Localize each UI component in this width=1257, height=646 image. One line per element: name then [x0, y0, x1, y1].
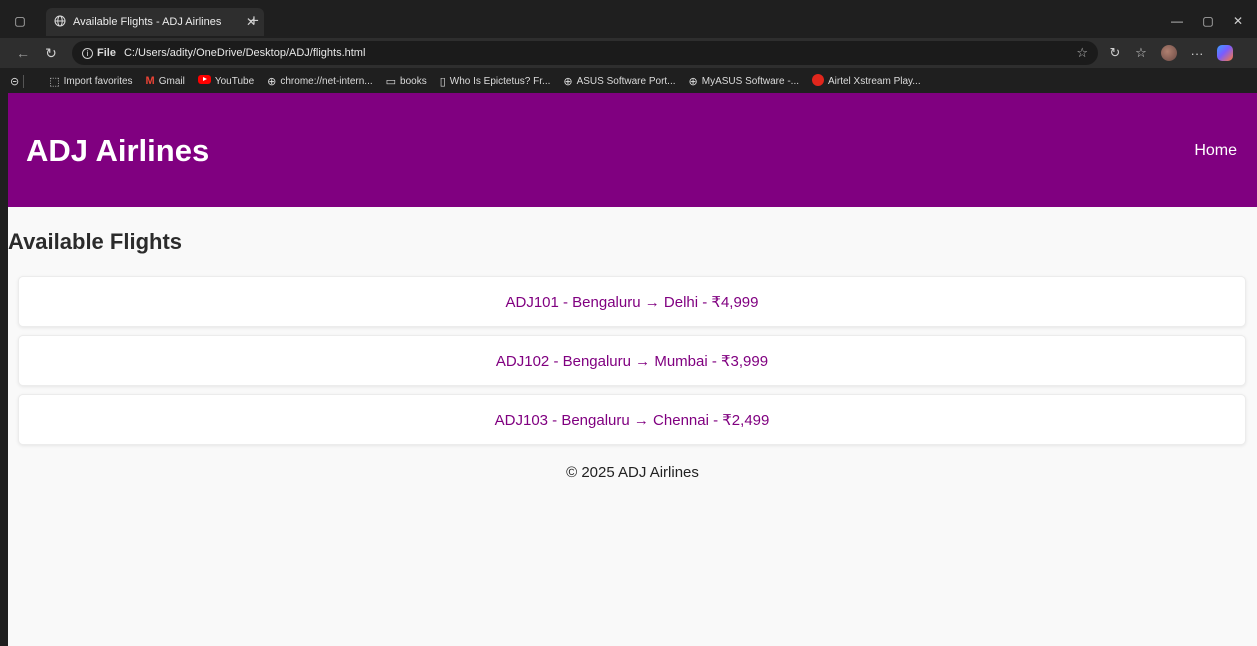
flight-card: ADJ101 - Bengaluru → Delhi - ₹4,999 — [18, 276, 1246, 327]
flight-card: ADJ103 - Bengaluru → Chennai - ₹2,499 — [18, 394, 1246, 445]
gmail-icon: M — [145, 75, 155, 87]
airtel-icon — [812, 73, 824, 89]
browser-tab-active[interactable]: Available Flights - ADJ Airlines ✕ — [46, 8, 264, 36]
flight-link-adj101[interactable]: ADJ101 - Bengaluru → Delhi - ₹4,999 — [505, 293, 758, 311]
restore-icon[interactable]: ▢ — [1195, 8, 1221, 34]
refresh-extension-icon[interactable]: ↻ — [1104, 42, 1126, 64]
favorite-star-icon[interactable]: ☆ — [1076, 45, 1088, 61]
minimize-icon[interactable]: — — [1164, 8, 1190, 34]
bookmarks-menu-icon[interactable]: ⊝ — [10, 74, 36, 88]
bookmark-airtel-xstream[interactable]: Airtel Xstream Play... — [812, 73, 921, 89]
bookmarks-bar: ⊝ ⬚ Import favorites M Gmail YouTube ⊕ chro… — [0, 70, 1257, 92]
bookmark-asus-software-portal[interactable]: ⊕ ASUS Software Port... — [563, 75, 675, 88]
import-icon: ⬚ — [49, 75, 60, 88]
globe-icon: ⊕ — [563, 75, 573, 88]
folder-icon: ▭ — [385, 75, 397, 88]
profile-avatar[interactable] — [1158, 42, 1180, 64]
bookmark-books[interactable]: ▭ books — [386, 75, 427, 88]
bookmark-import-favorites[interactable]: ⬚ Import favorites — [49, 75, 132, 88]
tab-strip: ▢ Available Flights - ADJ Airlines ✕ + —… — [0, 8, 1257, 36]
globe-icon — [54, 15, 66, 30]
page-icon: ▯ — [439, 75, 446, 88]
sidebar-toggle-icon[interactable]: ▢ — [8, 8, 32, 34]
flight-list: ADJ101 - Bengaluru → Delhi - ₹4,999 ADJ1… — [18, 276, 1246, 453]
site-footer: © 2025 ADJ Airlines — [566, 464, 699, 481]
flight-link-adj103[interactable]: ADJ103 - Bengaluru → Chennai - ₹2,499 — [495, 411, 770, 429]
bookmark-epictetus[interactable]: ▯ Who Is Epictetus? Fr... — [440, 75, 551, 88]
globe-icon: ⊕ — [688, 75, 698, 88]
page-title: Available Flights — [8, 229, 183, 254]
favorites-icon[interactable]: ☆ — [1130, 42, 1152, 64]
close-window-icon[interactable]: ✕ — [1225, 8, 1251, 34]
site-header: ADJ Airlines Home — [8, 93, 1257, 207]
url-text: C:/Users/adity/OneDrive/Desktop/ADJ/flig… — [123, 47, 366, 59]
copilot-icon[interactable] — [1214, 42, 1236, 64]
new-tab-button[interactable]: + — [244, 8, 264, 34]
address-bar[interactable]: i File C:/Users/adity/OneDrive/Desktop/A… — [72, 41, 1098, 65]
url-scheme: File — [97, 47, 116, 59]
youtube-icon — [197, 75, 211, 87]
info-icon[interactable]: i — [82, 47, 93, 59]
browser-toolbar: ← ↻ i File C:/Users/adity/OneDrive/Deskt… — [0, 38, 1257, 68]
more-menu-icon[interactable]: ··· — [1186, 42, 1208, 64]
site-brand: ADJ Airlines — [26, 133, 210, 168]
globe-icon: ⊕ — [267, 75, 277, 88]
bookmark-chrome-net-internals[interactable]: ⊕ chrome://net-intern... — [267, 75, 372, 88]
bookmark-myasus-software[interactable]: ⊕ MyASUS Software -... — [689, 75, 799, 88]
back-icon[interactable]: ← — [12, 42, 34, 64]
flight-link-adj102[interactable]: ADJ102 - Bengaluru → Mumbai - ₹3,999 — [496, 352, 768, 370]
refresh-icon[interactable]: ↻ — [40, 42, 62, 64]
page-viewport: ADJ Airlines Home Available Flights ADJ1… — [8, 93, 1257, 646]
tab-title: Available Flights - ADJ Airlines — [73, 16, 222, 28]
nav-home-link[interactable]: Home — [1194, 141, 1237, 161]
bookmark-gmail[interactable]: M Gmail — [146, 75, 185, 87]
flight-card: ADJ102 - Bengaluru → Mumbai - ₹3,999 — [18, 335, 1246, 386]
browser-chrome: ▢ Available Flights - ADJ Airlines ✕ + —… — [0, 0, 1257, 93]
bookmark-youtube[interactable]: YouTube — [197, 75, 254, 87]
